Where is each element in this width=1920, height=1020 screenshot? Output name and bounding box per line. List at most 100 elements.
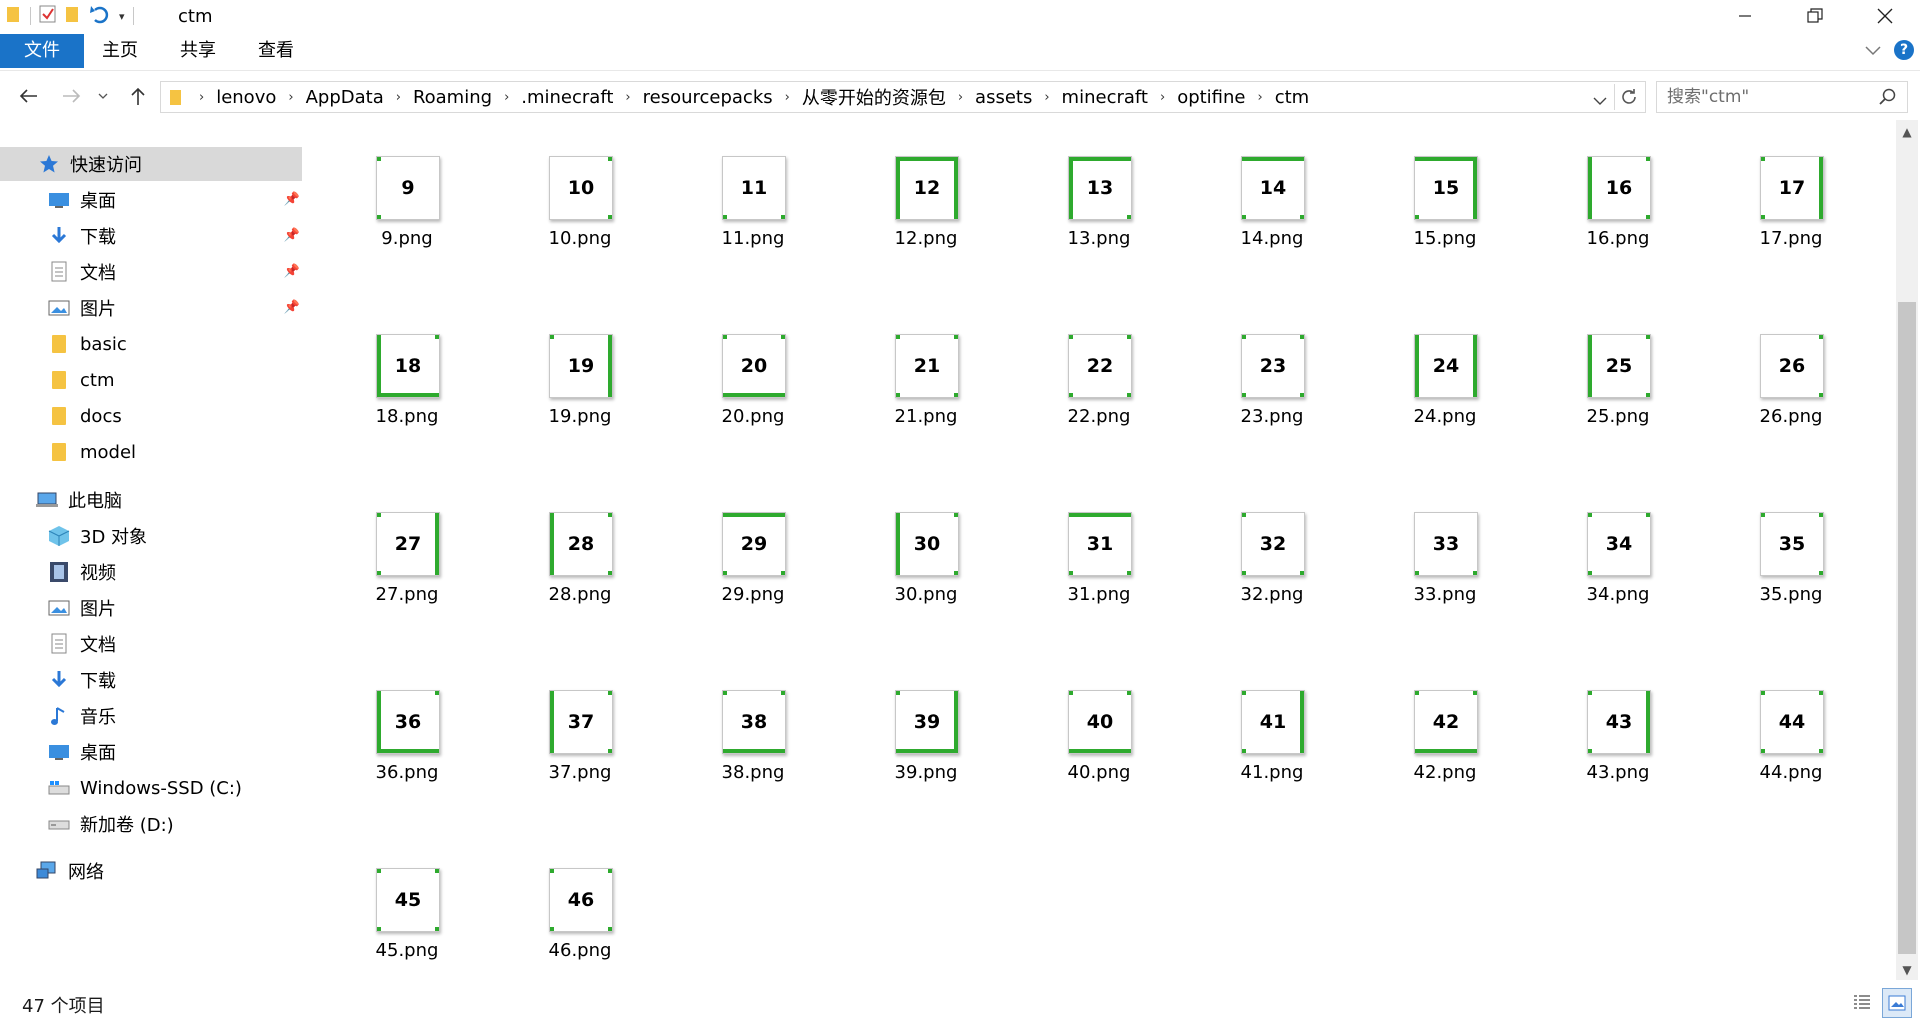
file-item[interactable]: 19 19.png — [519, 308, 629, 427]
nav-item-pictures[interactable]: 图片 📌 — [48, 291, 300, 325]
file-item[interactable]: 35 35.png — [1730, 486, 1840, 605]
breadcrumb-item[interactable]: AppData › — [306, 87, 413, 108]
file-item[interactable]: 46 46.png — [519, 842, 629, 961]
minimize-button[interactable] — [1710, 0, 1780, 32]
file-item[interactable]: 45 45.png — [346, 842, 456, 961]
address-bar[interactable]: › lenovo › AppData › Roaming › .minecraft › … — [160, 81, 1646, 113]
file-item[interactable]: 38 38.png — [692, 664, 802, 783]
pin-icon[interactable]: 📌 — [284, 263, 300, 279]
tab-view[interactable]: 查看 — [258, 34, 294, 68]
file-item[interactable]: 22 22.png — [1038, 308, 1148, 427]
file-item[interactable]: 25 25.png — [1557, 308, 1667, 427]
nav-item-docs[interactable]: docs — [48, 399, 300, 433]
nav-item-drive-c[interactable]: Windows-SSD (C:) — [48, 771, 300, 805]
help-icon[interactable]: ? — [1894, 40, 1914, 60]
restore-button[interactable] — [1780, 0, 1850, 32]
large-icons-view-icon[interactable] — [1882, 988, 1912, 1018]
file-item[interactable]: 23 23.png — [1211, 308, 1321, 427]
search-icon[interactable] — [1879, 88, 1897, 110]
nav-item-documents-pc[interactable]: 文档 — [48, 627, 300, 661]
nav-item-videos[interactable]: 视频 — [48, 555, 300, 589]
nav-item-desktop-pc[interactable]: 桌面 — [48, 735, 300, 769]
tab-file[interactable]: 文件 — [0, 34, 84, 68]
file-item[interactable]: 26 26.png — [1730, 308, 1840, 427]
chevron-right-icon[interactable]: › — [785, 90, 790, 105]
file-item[interactable]: 37 37.png — [519, 664, 629, 783]
nav-item-drive-d[interactable]: 新加卷 (D:) — [48, 807, 300, 841]
pin-icon[interactable]: 📌 — [284, 299, 300, 315]
properties-icon[interactable] — [39, 4, 57, 28]
file-item[interactable]: 43 43.png — [1557, 664, 1667, 783]
file-item[interactable]: 39 39.png — [865, 664, 975, 783]
scrollbar-thumb[interactable] — [1898, 302, 1916, 954]
file-item[interactable]: 42 42.png — [1384, 664, 1494, 783]
close-button[interactable] — [1850, 0, 1920, 32]
file-item[interactable]: 15 15.png — [1384, 130, 1494, 249]
file-item[interactable]: 41 41.png — [1211, 664, 1321, 783]
address-dropdown-icon[interactable] — [1593, 90, 1607, 111]
file-item[interactable]: 36 36.png — [346, 664, 456, 783]
customize-toolbar-icon[interactable]: ▾ — [119, 10, 125, 23]
file-item[interactable]: 18 18.png — [346, 308, 456, 427]
chevron-right-icon[interactable]: › — [1160, 90, 1165, 105]
file-item[interactable]: 40 40.png — [1038, 664, 1148, 783]
file-item[interactable]: 31 31.png — [1038, 486, 1148, 605]
nav-quick-access[interactable]: 快速访问 — [0, 147, 302, 181]
breadcrumb-item[interactable]: 从零开始的资源包 › — [802, 84, 975, 110]
breadcrumb-item[interactable]: .minecraft › — [521, 87, 642, 108]
file-item[interactable]: 16 16.png — [1557, 130, 1667, 249]
file-item[interactable]: 21 21.png — [865, 308, 975, 427]
chevron-right-icon[interactable]: › — [625, 90, 630, 105]
nav-item-downloads[interactable]: 下载 📌 — [48, 219, 300, 253]
undo-icon[interactable] — [89, 4, 111, 28]
tab-share[interactable]: 共享 — [180, 34, 216, 68]
nav-item-model[interactable]: model — [48, 435, 300, 469]
back-button[interactable] — [14, 82, 42, 110]
file-item[interactable]: 17 17.png — [1730, 130, 1840, 249]
file-item[interactable]: 13 13.png — [1038, 130, 1148, 249]
scroll-up-icon[interactable]: ▲ — [1896, 122, 1918, 142]
file-item[interactable]: 34 34.png — [1557, 486, 1667, 605]
file-item[interactable]: 30 30.png — [865, 486, 975, 605]
details-view-icon[interactable] — [1848, 988, 1876, 1016]
scroll-down-icon[interactable]: ▼ — [1896, 960, 1918, 980]
nav-item-ctm[interactable]: ctm — [48, 363, 300, 397]
chevron-right-icon[interactable]: › — [958, 90, 963, 105]
chevron-right-icon[interactable]: › — [504, 90, 509, 105]
file-item[interactable]: 10 10.png — [519, 130, 629, 249]
vertical-scrollbar[interactable]: ▲ ▼ — [1896, 120, 1918, 980]
new-folder-icon[interactable] — [65, 5, 81, 27]
nav-item-downloads-pc[interactable]: 下载 — [48, 663, 300, 697]
recent-locations-button[interactable] — [94, 82, 112, 110]
expand-ribbon-icon[interactable] — [1864, 41, 1882, 60]
chevron-right-icon[interactable]: › — [1044, 90, 1049, 105]
chevron-right-icon[interactable]: › — [199, 90, 204, 105]
chevron-right-icon[interactable]: › — [396, 90, 401, 105]
file-item[interactable]: 32 32.png — [1211, 486, 1321, 605]
nav-item-3d-objects[interactable]: 3D 对象 — [48, 519, 300, 553]
breadcrumb-item-current[interactable]: ctm — [1275, 87, 1310, 108]
file-item[interactable]: 14 14.png — [1211, 130, 1321, 249]
breadcrumb-item[interactable]: minecraft › — [1062, 87, 1178, 108]
file-item[interactable]: 29 29.png — [692, 486, 802, 605]
search-input[interactable] — [1665, 86, 1879, 108]
nav-item-desktop[interactable]: 桌面 📌 — [48, 183, 300, 217]
pin-icon[interactable]: 📌 — [284, 227, 300, 243]
refresh-button[interactable] — [1614, 84, 1643, 110]
pin-icon[interactable]: 📌 — [284, 191, 300, 207]
file-item[interactable]: 27 27.png — [346, 486, 456, 605]
breadcrumb-item[interactable]: lenovo › — [216, 87, 305, 108]
nav-network[interactable]: 网络 — [36, 854, 300, 888]
chevron-right-icon[interactable]: › — [1258, 90, 1263, 105]
chevron-right-icon[interactable]: › — [288, 90, 293, 105]
file-item[interactable]: 28 28.png — [519, 486, 629, 605]
nav-item-music[interactable]: 音乐 — [48, 699, 300, 733]
file-item[interactable]: 11 11.png — [692, 130, 802, 249]
breadcrumb-item[interactable]: Roaming › — [413, 87, 521, 108]
file-item[interactable]: 20 20.png — [692, 308, 802, 427]
file-item[interactable]: 44 44.png — [1730, 664, 1840, 783]
breadcrumb-item[interactable]: assets › — [975, 87, 1062, 108]
file-item[interactable]: 12 12.png — [865, 130, 975, 249]
search-box[interactable] — [1656, 81, 1908, 113]
forward-button[interactable] — [58, 82, 86, 110]
